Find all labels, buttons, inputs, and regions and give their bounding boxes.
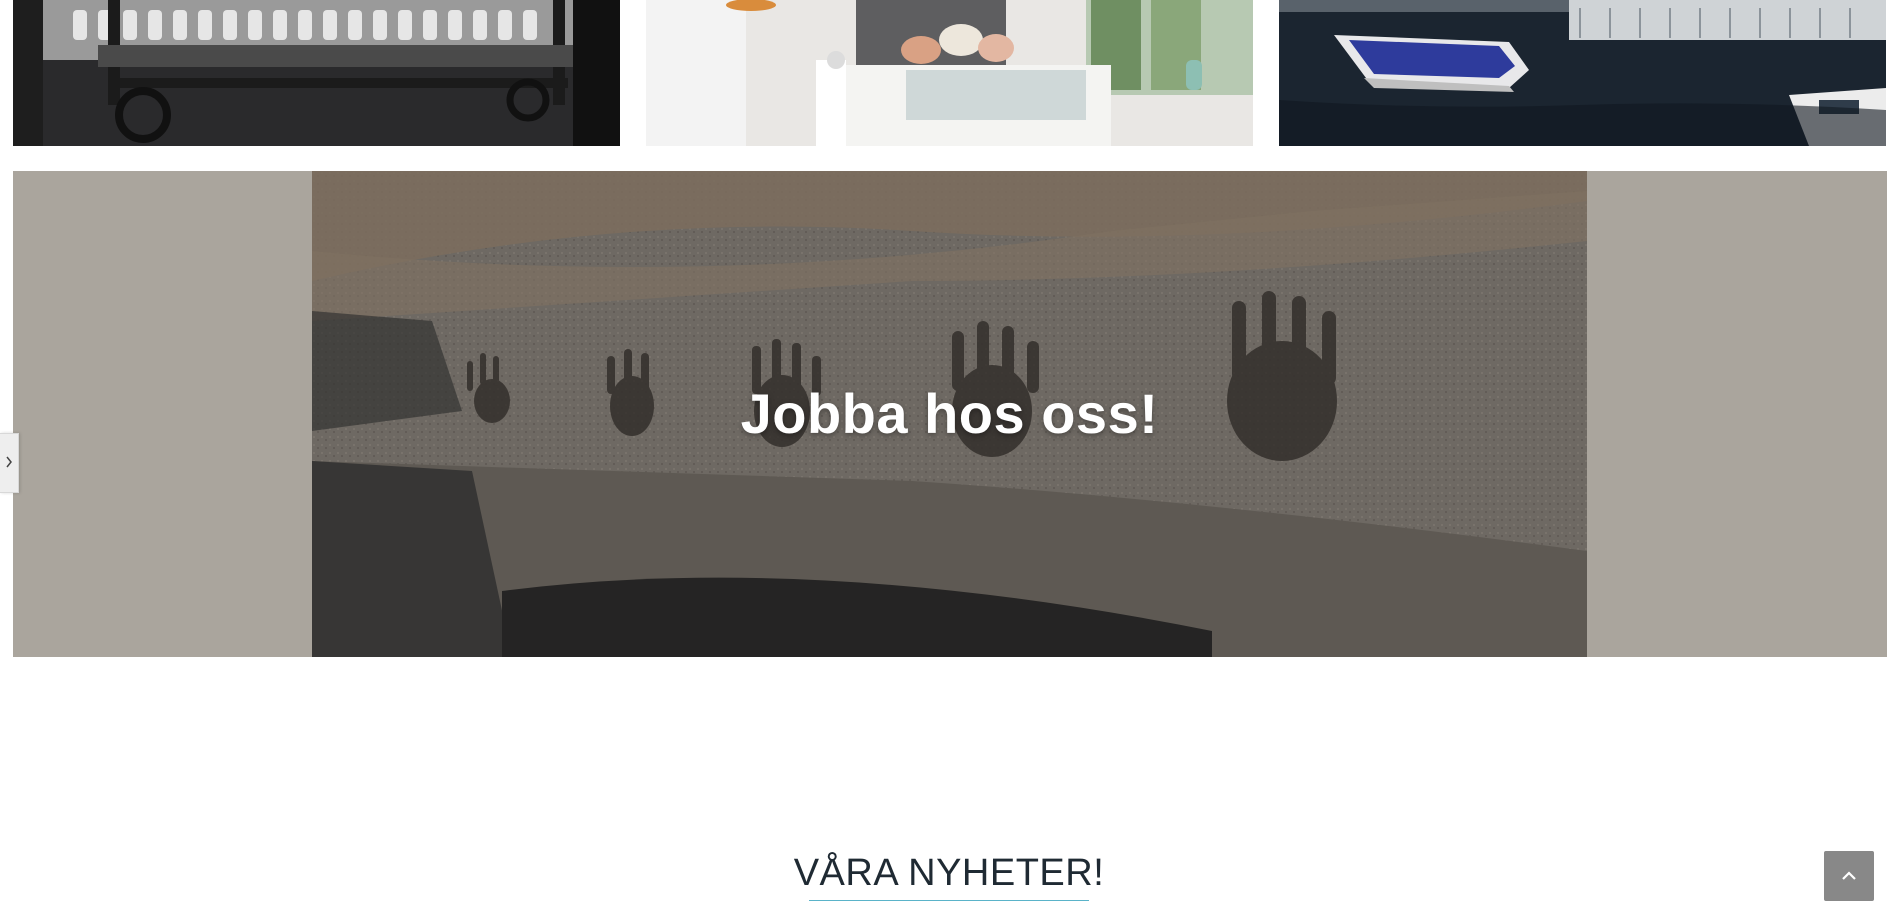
news-section-heading: VÅRA NYHETER! (793, 852, 1105, 894)
chevron-right-icon (5, 455, 13, 471)
gallery-tile-furniture[interactable] (13, 0, 620, 146)
jobs-banner[interactable]: Jobba hos oss! (13, 171, 1887, 657)
furniture-photo (13, 0, 620, 146)
heading-underline (809, 900, 1089, 901)
bedroom-photo (646, 0, 1253, 146)
boat-photo (1279, 0, 1886, 146)
chevron-up-icon (1842, 867, 1856, 885)
page: Jobba hos oss! VÅRA NYHETER! (0, 0, 1898, 919)
banner-title[interactable]: Jobba hos oss! (312, 171, 1587, 657)
back-to-top-button[interactable] (1824, 851, 1874, 901)
gallery-tile-bedroom[interactable] (646, 0, 1253, 146)
gallery-tile-boat[interactable] (1279, 0, 1886, 146)
sidebar-toggle[interactable] (0, 433, 19, 493)
